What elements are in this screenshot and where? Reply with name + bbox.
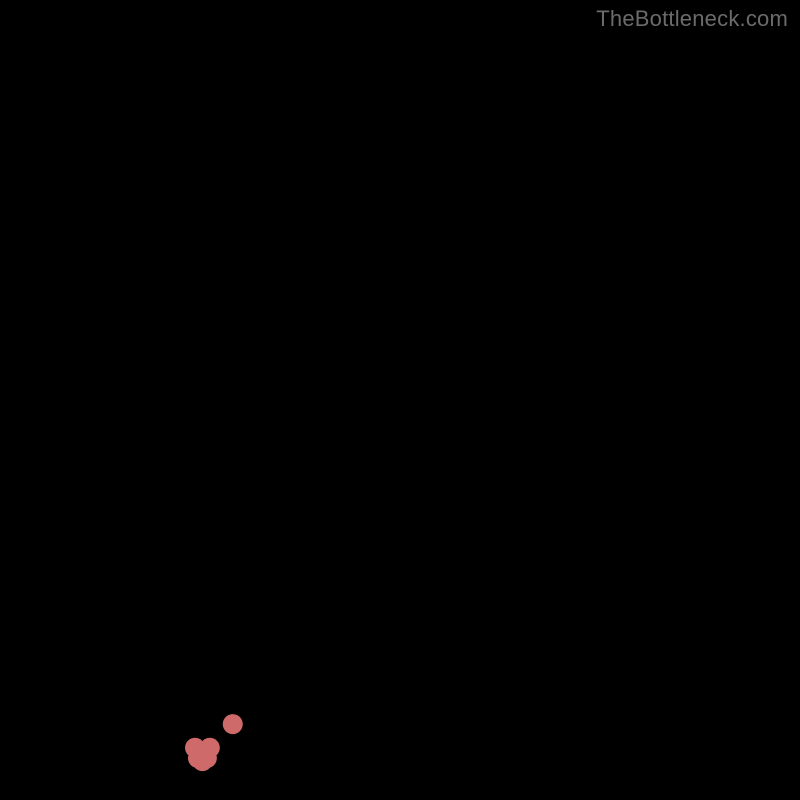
curve-right-branch <box>204 119 770 761</box>
marker-dot <box>200 738 220 758</box>
curve-left-branch <box>74 30 204 761</box>
marker-dot <box>223 714 243 734</box>
watermark-text: TheBottleneck.com <box>596 6 788 32</box>
chart-svg <box>30 30 770 770</box>
chart-frame: TheBottleneck.com <box>0 0 800 800</box>
marker-group <box>185 714 243 771</box>
